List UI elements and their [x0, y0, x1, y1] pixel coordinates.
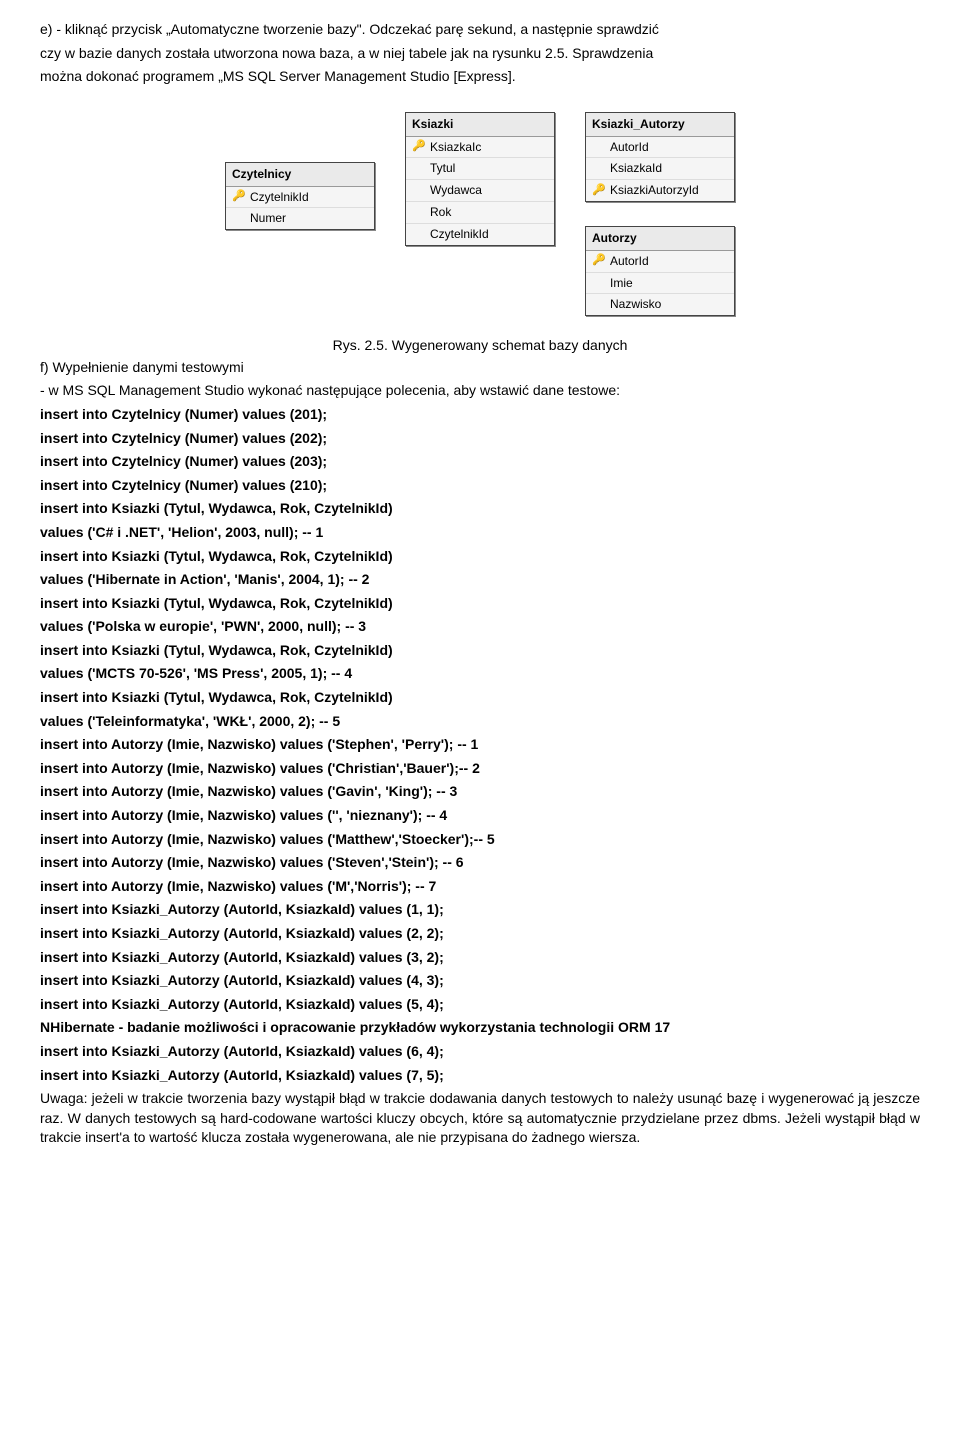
table-ksiazki-autorzy-title: Ksiazki_Autorzy: [586, 113, 734, 137]
code-line: values ('Hibernate in Action', 'Manis', …: [40, 570, 920, 590]
col-name: AutorId: [610, 139, 649, 156]
col-name: KsiazkaId: [610, 160, 662, 177]
body-line: f) Wypełnienie danymi testowymi: [40, 358, 920, 378]
table-czytelnicy-title: Czytelnicy: [226, 163, 374, 187]
figure-caption: Rys. 2.5. Wygenerowany schemat bazy dany…: [40, 336, 920, 356]
table-row: Numer: [226, 208, 374, 229]
code-line: NHibernate - badanie możliwości i opraco…: [40, 1018, 920, 1038]
code-line: insert into Ksiazki_Autorzy (AutorId, Ks…: [40, 900, 920, 920]
table-row: Nazwisko: [586, 294, 734, 315]
col-name: Nazwisko: [610, 296, 661, 313]
code-line: values ('Teleinformatyka', 'WKŁ', 2000, …: [40, 712, 920, 732]
code-line: insert into Ksiazki (Tytul, Wydawca, Rok…: [40, 547, 920, 567]
col-name: Wydawca: [430, 182, 482, 199]
code-line: insert into Autorzy (Imie, Nazwisko) val…: [40, 877, 920, 897]
code-line: insert into Ksiazki (Tytul, Wydawca, Rok…: [40, 688, 920, 708]
code-line: insert into Ksiazki (Tytul, Wydawca, Rok…: [40, 594, 920, 614]
table-czytelnicy: Czytelnicy 🔑 CzytelnikId Numer: [225, 162, 375, 230]
diagram-col-2: Ksiazki 🔑 KsiazkaIc Tytul Wydawca Rok Cz…: [405, 112, 555, 246]
code-line: insert into Ksiazki_Autorzy (AutorId, Ks…: [40, 948, 920, 968]
table-row: CzytelnikId: [406, 224, 554, 245]
intro-line-3: można dokonać programem „MS SQL Server M…: [40, 67, 920, 87]
col-name: Tytul: [430, 160, 455, 177]
col-name: CzytelnikId: [250, 189, 309, 206]
col-name: Rok: [430, 204, 451, 221]
code-line: insert into Ksiazki_Autorzy (AutorId, Ks…: [40, 924, 920, 944]
key-icon: 🔑: [412, 139, 426, 154]
table-row: AutorId: [586, 137, 734, 159]
code-line: insert into Autorzy (Imie, Nazwisko) val…: [40, 830, 920, 850]
code-line: values ('C# i .NET', 'Helion', 2003, nul…: [40, 523, 920, 543]
code-line: insert into Ksiazki (Tytul, Wydawca, Rok…: [40, 499, 920, 519]
code-line: insert into Autorzy (Imie, Nazwisko) val…: [40, 735, 920, 755]
table-row: 🔑 KsiazkaIc: [406, 137, 554, 159]
key-icon: 🔑: [592, 253, 606, 268]
body-line: - w MS SQL Management Studio wykonać nas…: [40, 381, 920, 401]
col-name: KsiazkaIc: [430, 139, 481, 156]
code-line: insert into Ksiazki_Autorzy (AutorId, Ks…: [40, 1042, 920, 1062]
code-line: insert into Autorzy (Imie, Nazwisko) val…: [40, 759, 920, 779]
table-autorzy-title: Autorzy: [586, 227, 734, 251]
col-name: CzytelnikId: [430, 226, 489, 243]
key-icon: 🔑: [232, 189, 246, 204]
table-ksiazki: Ksiazki 🔑 KsiazkaIc Tytul Wydawca Rok Cz…: [405, 112, 555, 246]
code-line: insert into Autorzy (Imie, Nazwisko) val…: [40, 782, 920, 802]
diagram-col-3: Ksiazki_Autorzy AutorId KsiazkaId 🔑 Ksia…: [585, 112, 735, 316]
code-line: insert into Czytelnicy (Numer) values (2…: [40, 452, 920, 472]
code-line: insert into Ksiazki_Autorzy (AutorId, Ks…: [40, 995, 920, 1015]
intro-line-1: e) - kliknąć przycisk „Automatyczne twor…: [40, 20, 920, 40]
code-line: insert into Czytelnicy (Numer) values (2…: [40, 405, 920, 425]
code-line: insert into Autorzy (Imie, Nazwisko) val…: [40, 806, 920, 826]
table-ksiazki-autorzy: Ksiazki_Autorzy AutorId KsiazkaId 🔑 Ksia…: [585, 112, 735, 202]
closing-paragraph: Uwaga: jeżeli w trakcie tworzenia bazy w…: [40, 1089, 920, 1148]
intro-line-2: czy w bazie danych została utworzona now…: [40, 44, 920, 64]
col-name: KsiazkiAutorzyId: [610, 182, 699, 199]
table-row: Tytul: [406, 158, 554, 180]
code-line: values ('MCTS 70-526', 'MS Press', 2005,…: [40, 664, 920, 684]
key-icon: 🔑: [592, 183, 606, 198]
table-autorzy: Autorzy 🔑 AutorId Imie Nazwisko: [585, 226, 735, 316]
col-name: Imie: [610, 275, 633, 292]
col-name: Numer: [250, 210, 286, 227]
table-row: 🔑 AutorId: [586, 251, 734, 273]
table-row: 🔑 CzytelnikId: [226, 187, 374, 209]
table-ksiazki-title: Ksiazki: [406, 113, 554, 137]
table-row: Wydawca: [406, 180, 554, 202]
code-line: insert into Czytelnicy (Numer) values (2…: [40, 429, 920, 449]
code-line: insert into Ksiazki (Tytul, Wydawca, Rok…: [40, 641, 920, 661]
schema-diagram: Czytelnicy 🔑 CzytelnikId Numer Ksiazki 🔑…: [40, 112, 920, 316]
code-line: insert into Ksiazki_Autorzy (AutorId, Ks…: [40, 1066, 920, 1086]
col-name: AutorId: [610, 253, 649, 270]
code-line: insert into Autorzy (Imie, Nazwisko) val…: [40, 853, 920, 873]
table-row: KsiazkaId: [586, 158, 734, 180]
table-row: 🔑 KsiazkiAutorzyId: [586, 180, 734, 201]
diagram-col-1: Czytelnicy 🔑 CzytelnikId Numer: [225, 162, 375, 230]
table-row: Rok: [406, 202, 554, 224]
code-line: values ('Polska w europie', 'PWN', 2000,…: [40, 617, 920, 637]
code-line: insert into Ksiazki_Autorzy (AutorId, Ks…: [40, 971, 920, 991]
table-row: Imie: [586, 273, 734, 295]
code-line: insert into Czytelnicy (Numer) values (2…: [40, 476, 920, 496]
